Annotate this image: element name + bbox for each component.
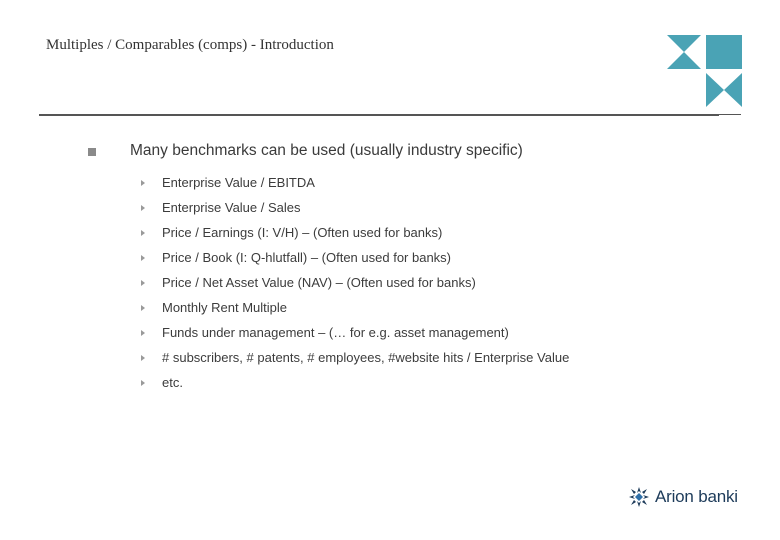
hourglass-shape-top-left-bottom [667,52,701,69]
list-item: Price / Earnings (I: V/H) – (Often used … [140,220,569,245]
list-item-text: Enterprise Value / EBITDA [162,175,315,190]
header-divider-tail [719,114,741,115]
logo-text: Arion banki [655,487,738,506]
list-item-text: Funds under management – (… for e.g. ass… [162,325,509,340]
list-item-text: Price / Net Asset Value (NAV) – (Often u… [162,275,476,290]
triangle-bullet-icon [141,379,145,386]
list-item: Enterprise Value / EBITDA [140,170,569,195]
square-bullet-icon [88,148,96,156]
benchmark-list: Enterprise Value / EBITDA Enterprise Val… [140,170,569,395]
list-item: # subscribers, # patents, # employees, #… [140,345,569,370]
list-item: Price / Net Asset Value (NAV) – (Often u… [140,270,569,295]
triangle-bullet-icon [141,279,145,286]
list-item-text: Enterprise Value / Sales [162,200,301,215]
triangle-bullet-icon [141,329,145,336]
triangle-bullet-icon [141,204,145,211]
list-item: Enterprise Value / Sales [140,195,569,220]
triangle-bullet-icon [141,179,145,186]
list-item: Monthly Rent Multiple [140,295,569,320]
list-item: etc. [140,370,569,395]
main-bullet-text: Many benchmarks can be used (usually ind… [130,142,523,159]
list-item-text: Monthly Rent Multiple [162,300,287,315]
header-divider [39,114,719,116]
triangle-bullet-icon [141,254,145,261]
list-item-text: # subscribers, # patents, # employees, #… [162,350,570,365]
list-item-text: Price / Book (I: Q-hlutfall) – (Often us… [162,250,452,265]
star-icon [629,487,649,507]
list-item-text: Price / Earnings (I: V/H) – (Often used … [162,225,443,240]
bowtie-right [724,73,742,107]
triangle-bullet-icon [141,354,145,361]
triangle-bullet-icon [141,229,145,236]
list-item-text: etc. [162,375,183,390]
hourglass-shape-top-left [667,35,701,52]
arion-banki-logo: Arion banki [628,486,738,508]
list-item: Price / Book (I: Q-hlutfall) – (Often us… [140,245,569,270]
decorative-hourglass-squares-icon [667,35,742,107]
list-item: Funds under management – (… for e.g. ass… [140,320,569,345]
bowtie-left [706,73,724,107]
triangle-bullet-icon [141,304,145,311]
slide-title: Multiples / Comparables (comps) - Introd… [46,37,334,53]
square-top-right [706,35,742,69]
